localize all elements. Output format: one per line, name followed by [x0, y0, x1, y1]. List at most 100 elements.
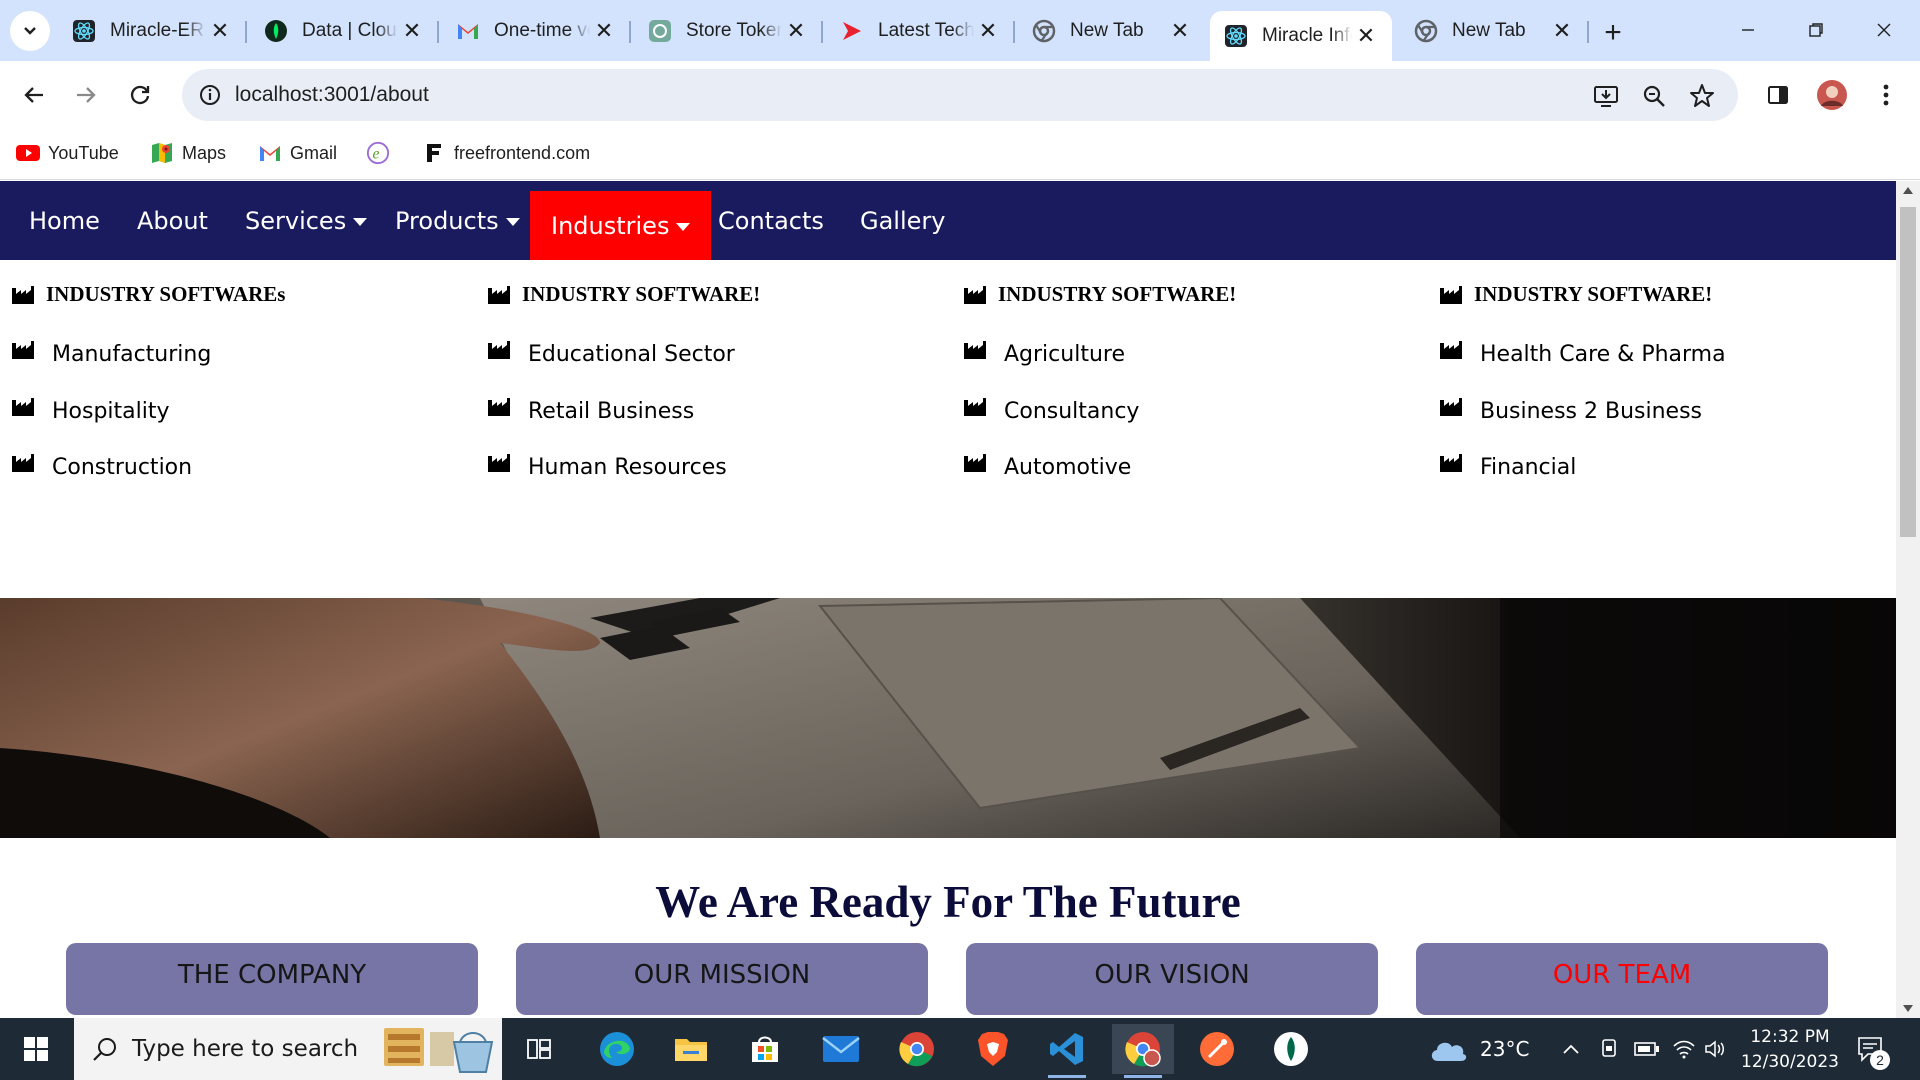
bookmark-maps[interactable]: Maps	[150, 138, 226, 168]
browser-tab[interactable]: Store Token ✕	[634, 11, 823, 51]
industry-label: Construction	[52, 455, 193, 480]
industry-link[interactable]: Retail Business	[488, 397, 694, 424]
industry-link[interactable]: Financial	[1440, 453, 1576, 480]
scrollbar-thumb[interactable]	[1900, 207, 1916, 537]
bookmark-gmail[interactable]: Gmail	[258, 138, 337, 168]
browser-menu-button[interactable]	[1866, 75, 1906, 115]
meet-now-icon[interactable]	[1600, 1018, 1620, 1080]
side-panel-button[interactable]	[1758, 75, 1798, 115]
browser-tab[interactable]: Data | Cloud ✕	[250, 11, 439, 51]
factory-icon	[488, 285, 510, 304]
scroll-down-arrow-icon[interactable]	[1903, 1005, 1913, 1012]
scroll-up-arrow-icon[interactable]	[1903, 187, 1913, 194]
battery-icon[interactable]	[1634, 1018, 1660, 1080]
our-vision-button[interactable]: OUR VISION	[966, 943, 1378, 1015]
industry-link[interactable]: Business 2 Business	[1440, 397, 1702, 424]
taskbar-mail[interactable]	[810, 1024, 872, 1074]
taskbar-vscode[interactable]	[1036, 1024, 1098, 1078]
new-tab-button[interactable]: +	[1594, 14, 1632, 52]
url-text[interactable]: localhost:3001/about	[235, 83, 429, 107]
forward-button[interactable]	[66, 75, 106, 115]
taskbar-clock[interactable]: 12:32 PM 12/30/2023	[1730, 1025, 1850, 1075]
site-info-icon[interactable]	[196, 81, 224, 109]
industry-link[interactable]: Consultancy	[964, 397, 1139, 424]
close-icon[interactable]: ✕	[974, 17, 1002, 45]
notifications-button[interactable]: 2	[1856, 1018, 1890, 1080]
chatgpt-icon	[648, 19, 672, 43]
taskbar-brave[interactable]	[962, 1024, 1024, 1074]
wifi-icon[interactable]	[1672, 1018, 1696, 1080]
bookmark-label: freefrontend.com	[454, 142, 591, 163]
close-icon[interactable]: ✕	[590, 17, 618, 45]
nav-gallery[interactable]: Gallery	[839, 181, 966, 260]
close-icon[interactable]: ✕	[782, 17, 810, 45]
nav-industries[interactable]: Industries	[530, 191, 712, 260]
industry-link[interactable]: Construction	[12, 453, 193, 480]
back-button[interactable]	[14, 75, 54, 115]
bookmark-freefrontend[interactable]: freefrontend.com	[422, 138, 590, 168]
zoom-icon[interactable]	[1640, 82, 1668, 110]
browser-tab[interactable]: New Tab ✕	[1400, 11, 1589, 51]
restore-button[interactable]	[1790, 10, 1842, 50]
industry-link[interactable]: Manufacturing	[12, 340, 211, 367]
show-hidden-icons-button[interactable]	[1562, 1018, 1580, 1080]
nav-products[interactable]: Products	[374, 181, 541, 260]
nav-home[interactable]: Home	[8, 181, 121, 260]
industry-link[interactable]: Agriculture	[964, 340, 1125, 367]
industry-link[interactable]: Educational Sector	[488, 340, 735, 367]
taskbar-mongodb-compass[interactable]	[1260, 1024, 1322, 1074]
browser-tab-active[interactable]: Miracle Info ✕	[1210, 11, 1392, 61]
minimize-button[interactable]	[1722, 10, 1774, 50]
browser-tab[interactable]: Latest Tech ✕	[826, 11, 1015, 51]
nav-contacts[interactable]: Contacts	[697, 181, 845, 260]
taskbar-store[interactable]	[734, 1024, 796, 1074]
industry-link[interactable]: Hospitality	[12, 397, 170, 424]
close-icon[interactable]: ✕	[1352, 22, 1380, 50]
weather-widget[interactable]: 23°C	[1428, 1018, 1529, 1080]
card-label: OUR TEAM	[1552, 960, 1692, 990]
nav-about[interactable]: About	[116, 181, 229, 260]
browser-tab[interactable]: New Tab ✕	[1018, 11, 1206, 51]
vscode-icon	[1050, 1033, 1083, 1065]
taskbar-chrome[interactable]	[886, 1024, 948, 1074]
our-mission-button[interactable]: OUR MISSION	[516, 943, 928, 1015]
industry-label: Health Care & Pharma	[1480, 342, 1726, 367]
nav-services[interactable]: Services	[224, 181, 388, 260]
profile-avatar[interactable]	[1812, 75, 1852, 115]
reload-button[interactable]	[120, 75, 160, 115]
the-company-button[interactable]: THE COMPANY	[66, 943, 478, 1015]
our-team-button[interactable]: OUR TEAM	[1416, 943, 1828, 1015]
bookmark-youtube[interactable]: YouTube	[16, 138, 119, 168]
browser-tab[interactable]: Miracle-ERP ✕	[58, 11, 247, 51]
install-app-icon[interactable]	[1592, 82, 1620, 110]
close-icon[interactable]: ✕	[1548, 17, 1576, 45]
close-window-button[interactable]	[1858, 10, 1910, 50]
edge-icon	[600, 1032, 634, 1066]
taskbar-file-explorer[interactable]	[660, 1024, 722, 1074]
industry-link[interactable]: Human Resources	[488, 453, 727, 480]
industry-link[interactable]: Health Care & Pharma	[1440, 340, 1726, 367]
close-icon[interactable]: ✕	[206, 17, 234, 45]
close-icon[interactable]: ✕	[1166, 17, 1194, 45]
taskbar-chrome-profile[interactable]	[1112, 1024, 1174, 1078]
e-logo-icon: e	[366, 141, 390, 165]
start-button[interactable]	[0, 1018, 72, 1080]
nav-label: Products	[395, 206, 499, 235]
taskbar-postman[interactable]	[1186, 1024, 1248, 1074]
page-scrollbar[interactable]	[1896, 181, 1920, 1018]
industry-link[interactable]: Automotive	[964, 453, 1131, 480]
tab-search-button[interactable]	[10, 11, 50, 51]
bookmark-e-logo[interactable]: e	[366, 138, 398, 168]
task-view-button[interactable]	[508, 1024, 570, 1074]
taskbar-search-box[interactable]: Type here to search	[74, 1018, 502, 1080]
react-icon	[1224, 24, 1248, 48]
heading-text: INDUSTRY SOFTWARE!	[522, 282, 761, 306]
nav-label: Services	[245, 206, 347, 235]
taskbar-edge[interactable]	[586, 1024, 648, 1074]
close-icon[interactable]: ✕	[398, 17, 426, 45]
search-placeholder: Type here to search	[132, 1036, 359, 1062]
volume-icon[interactable]	[1704, 1018, 1728, 1080]
bookmark-star-icon[interactable]	[1688, 82, 1716, 110]
browser-tab[interactable]: One-time verification ✕	[442, 11, 631, 51]
address-bar[interactable]: localhost:3001/about	[182, 69, 1738, 121]
